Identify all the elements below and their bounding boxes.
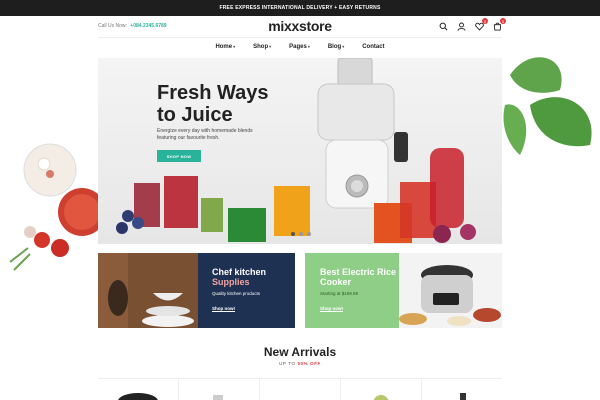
kitchenware-image [98,253,198,328]
header-icons: 0 0 [438,18,506,31]
product-image [373,395,389,400]
rice-cooker-image [399,265,501,326]
user-icon[interactable] [456,21,466,31]
promo-text: FREE EXPRESS INTERNATIONAL DELIVERY + EA… [219,5,381,11]
nav-item-home[interactable]: Home▾ [215,44,235,50]
call-label: Call Us Now: [98,23,127,29]
section-title: New Arrivals [263,345,337,359]
nav-item-blog[interactable]: Blog▾ [328,44,344,50]
wishlist-icon[interactable]: 0 [474,18,488,31]
wishlist-count-badge: 0 [482,18,488,24]
phone-link[interactable]: +084.2345.6789 [130,23,166,29]
slider-dot[interactable] [307,232,311,236]
cart-icon[interactable]: 0 [492,18,506,31]
product-card[interactable] [178,379,259,400]
banner-subtitle: Starting at $199.99 [320,291,359,296]
nav-item-contact[interactable]: Contact [362,44,384,50]
product-image [213,395,223,400]
slider-dots [291,232,311,236]
chevron-down-icon: ▾ [307,44,310,49]
product-card[interactable] [98,379,178,400]
slider-dot[interactable] [299,232,303,236]
slider-dot[interactable] [291,232,295,236]
banner-subtitle: Quality kitchen products [212,291,261,296]
site-logo[interactable]: mixxstore [268,18,332,34]
product-image [460,393,466,400]
banner-shop-now-link[interactable]: Shop now! [320,306,343,311]
chevron-down-icon: ▾ [342,44,345,49]
nav-item-shop[interactable]: Shop▾ [253,44,271,50]
product-card[interactable] [421,379,502,400]
search-icon[interactable] [438,21,448,31]
banner-shop-now-link[interactable]: Shop now! [212,306,235,311]
hero-slider: Fresh Ways to Juice Energize every day wi… [98,58,502,244]
main-nav: Home▾ Shop▾ Pages▾ Blog▾ Contact [98,38,502,56]
banner-title: Best Electric Rice Cooker [320,267,397,287]
section-subtitle: UP TO 50% OFF [279,361,321,366]
banner-rice-cooker[interactable]: Best Electric Rice Cooker Starting at $1… [305,253,502,328]
juicer-product-image [116,58,476,243]
product-image [118,393,158,400]
chevron-down-icon: ▾ [269,44,272,49]
banner-chef-kitchen[interactable]: Chef kitchen Supplies Quality kitchen pr… [98,253,295,328]
product-card[interactable] [340,379,421,400]
mint-leaves-decoration [503,57,592,155]
call-info: Call Us Now: +084.2345.6789 [98,23,167,29]
chevron-down-icon: ▾ [233,44,236,49]
cart-count-badge: 0 [500,18,506,24]
nav-item-pages[interactable]: Pages▾ [289,44,310,50]
promo-bar: FREE EXPRESS INTERNATIONAL DELIVERY + EA… [0,0,600,16]
product-grid [98,378,502,400]
banner-title: Chef kitchen Supplies [212,267,267,287]
tomato-garnish-decoration [9,143,100,271]
site-header: Call Us Now: +084.2345.6789 mixxstore 0 … [98,16,506,36]
product-card[interactable] [259,379,340,400]
